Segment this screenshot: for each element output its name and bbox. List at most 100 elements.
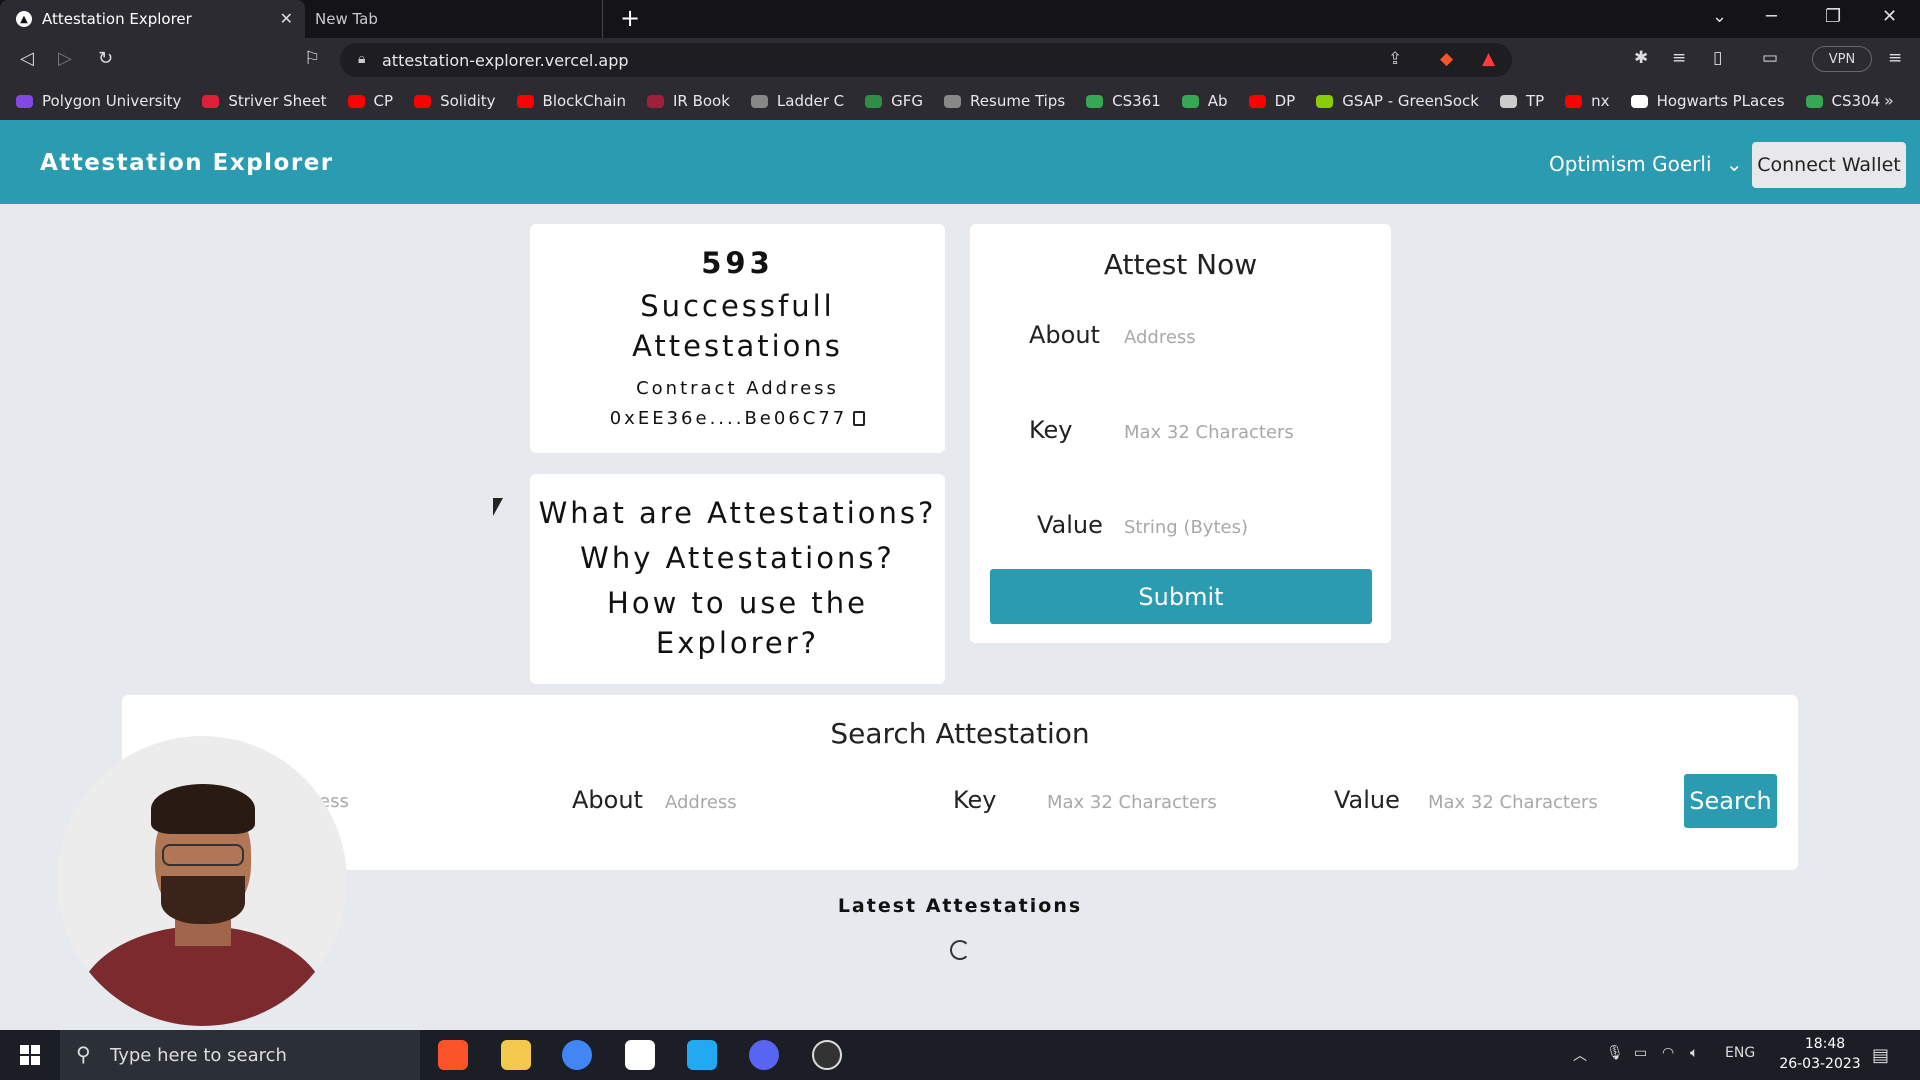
attest-about-label: About	[1029, 321, 1100, 349]
bookmark-favicon-icon	[944, 94, 962, 108]
bookmark-item[interactable]: CS304	[1805, 92, 1880, 110]
bookmark-item[interactable]: TP	[1499, 92, 1544, 110]
lock-icon: 🔒︎	[358, 51, 366, 67]
new-tab-button[interactable]: +	[620, 4, 640, 32]
discord-taskbar-icon[interactable]	[749, 1040, 779, 1070]
clock-time[interactable]: 18:48	[1790, 1036, 1860, 1052]
bookmark-item[interactable]: IR Book	[646, 92, 730, 110]
file-explorer-taskbar-icon[interactable]	[501, 1040, 531, 1070]
bookmark-item[interactable]: BlockChain	[516, 92, 626, 110]
attest-value-input[interactable]	[1124, 512, 1364, 542]
tab-title: New Tab	[315, 10, 378, 28]
search-about-input[interactable]	[665, 787, 885, 817]
battery-icon[interactable]: ▭	[1634, 1045, 1647, 1061]
stats-card: 593 Successfull Attestations Contract Ad…	[530, 224, 945, 453]
close-tab-icon[interactable]: ✕	[280, 9, 293, 28]
obs-taskbar-icon[interactable]	[812, 1040, 842, 1070]
menu-icon[interactable]: ≡	[1888, 48, 1902, 68]
bookmark-item[interactable]: Ab	[1181, 92, 1228, 110]
playlist-icon[interactable]: ≡	[1672, 48, 1686, 68]
tab-attestation-explorer[interactable]: ▲ Attestation Explorer ✕	[0, 0, 305, 38]
bookmark-favicon-icon	[1630, 94, 1648, 108]
extensions-icon[interactable]: ✱	[1634, 48, 1648, 68]
search-key-input[interactable]	[1047, 787, 1267, 817]
taskbar-search-box[interactable]: ⚲ Type here to search	[60, 1030, 420, 1080]
wallet-icon[interactable]: ▭	[1762, 48, 1778, 68]
bookmark-favicon-icon	[1181, 94, 1199, 108]
connect-wallet-button[interactable]: Connect Wallet	[1752, 142, 1906, 188]
volume-icon[interactable]: 🔈︎	[1690, 1045, 1698, 1061]
wifi-icon[interactable]: ◠	[1662, 1045, 1674, 1061]
bookmark-favicon-icon	[516, 94, 534, 108]
attest-about-input[interactable]	[1124, 322, 1364, 352]
sidebar-icon[interactable]: ▯	[1713, 48, 1722, 68]
brand-title[interactable]: Attestation Explorer	[40, 150, 334, 176]
bookmark-item[interactable]: nx	[1565, 92, 1610, 110]
search-attester-input[interactable]	[312, 786, 462, 816]
clock-date[interactable]: 26-03-2023	[1770, 1056, 1870, 1072]
bookmark-favicon-icon	[750, 94, 768, 108]
windows-start-icon[interactable]	[20, 1045, 40, 1065]
tray-overflow-icon[interactable]: ︿	[1573, 1045, 1587, 1065]
network-selector[interactable]: Optimism Goerli ⌄	[1549, 152, 1743, 176]
bookmark-item[interactable]: CS361	[1086, 92, 1161, 110]
bookmark-favicon-icon	[1316, 94, 1334, 108]
vscode-taskbar-icon[interactable]	[687, 1040, 717, 1070]
bookmark-item[interactable]: Hogwarts PLaces	[1630, 92, 1785, 110]
bookmark-item[interactable]: Solidity	[414, 92, 496, 110]
search-button[interactable]: Search	[1684, 774, 1777, 828]
presenter-glasses	[162, 844, 244, 866]
reload-icon[interactable]: ↻	[98, 48, 113, 69]
presenter-hair	[151, 784, 255, 834]
bookmark-item[interactable]: GSAP - GreenSock	[1316, 92, 1479, 110]
restore-icon[interactable]: ❐	[1825, 6, 1841, 27]
back-icon[interactable]: ◁	[20, 48, 34, 69]
share-icon[interactable]: ⇪	[1388, 49, 1402, 69]
microphone-icon[interactable]: 🎙︎	[1606, 1045, 1624, 1061]
bookmark-favicon-icon	[1565, 94, 1583, 108]
attest-value-label: Value	[1037, 511, 1103, 539]
close-window-icon[interactable]: ✕	[1882, 6, 1897, 27]
bookmark-item[interactable]: Ladder C	[750, 92, 844, 110]
notifications-icon[interactable]: ▤	[1872, 1045, 1889, 1066]
forward-icon[interactable]: ▷	[58, 48, 72, 69]
copy-icon[interactable]	[853, 411, 866, 426]
faq-line-explorer: Explorer?	[655, 626, 820, 660]
bookmark-label: Solidity	[440, 92, 496, 110]
tab-new-tab[interactable]: New Tab	[305, 0, 603, 38]
bookmark-favicon-icon	[1248, 94, 1266, 108]
bookmark-item[interactable]: Striver Sheet	[202, 92, 327, 110]
url-text[interactable]: attestation-explorer.vercel.app	[382, 51, 629, 70]
mouse-cursor-icon	[493, 498, 503, 516]
chrome-taskbar-icon[interactable]	[562, 1040, 592, 1070]
brave-rewards-icon[interactable]: ▲	[1482, 49, 1495, 69]
bookmark-item[interactable]: CP	[347, 92, 393, 110]
bookmark-item[interactable]: Resume Tips	[944, 92, 1065, 110]
bookmark-favicon-icon	[16, 94, 33, 108]
brave-taskbar-icon[interactable]	[438, 1040, 468, 1070]
app-header: Attestation Explorer Optimism Goerli ⌄ C…	[0, 120, 1920, 204]
minimize-icon[interactable]: ─	[1766, 6, 1777, 27]
more-bookmarks-icon[interactable]: »	[1884, 91, 1894, 110]
notion-taskbar-icon[interactable]	[625, 1040, 655, 1070]
tab-list-chevron-icon[interactable]: ⌄	[1712, 6, 1727, 27]
bookmark-label: Striver Sheet	[228, 92, 327, 110]
attest-key-input[interactable]	[1124, 417, 1364, 447]
bookmark-item[interactable]: Polygon University	[16, 92, 181, 110]
search-value-input[interactable]	[1428, 787, 1648, 817]
contract-address-value: 0xEE36e....Be06C77	[609, 408, 848, 429]
address-bar[interactable]: 🔒︎ attestation-explorer.vercel.app ⇪ ◆ ▲	[340, 43, 1512, 77]
brave-shields-icon[interactable]: ◆	[1440, 49, 1453, 69]
bookmarks-bar: Polygon University Striver Sheet CP Solidit…	[0, 82, 1920, 120]
vpn-button[interactable]: VPN	[1812, 46, 1872, 72]
language-indicator[interactable]: ENG	[1725, 1045, 1755, 1061]
bookmark-icon[interactable]: ⚐	[304, 48, 320, 69]
bookmark-item[interactable]: GFG	[865, 92, 923, 110]
faq-card[interactable]: What are Attestations? Why Attestations?…	[530, 474, 945, 684]
submit-button[interactable]: Submit	[990, 569, 1372, 624]
contract-address: 0xEE36e....Be06C77	[530, 408, 945, 429]
chevron-down-icon: ⌄	[1725, 152, 1743, 176]
search-attestation-title: Search Attestation	[830, 717, 1090, 750]
bookmark-label: Hogwarts PLaces	[1656, 92, 1785, 110]
bookmark-item[interactable]: DP	[1248, 92, 1295, 110]
